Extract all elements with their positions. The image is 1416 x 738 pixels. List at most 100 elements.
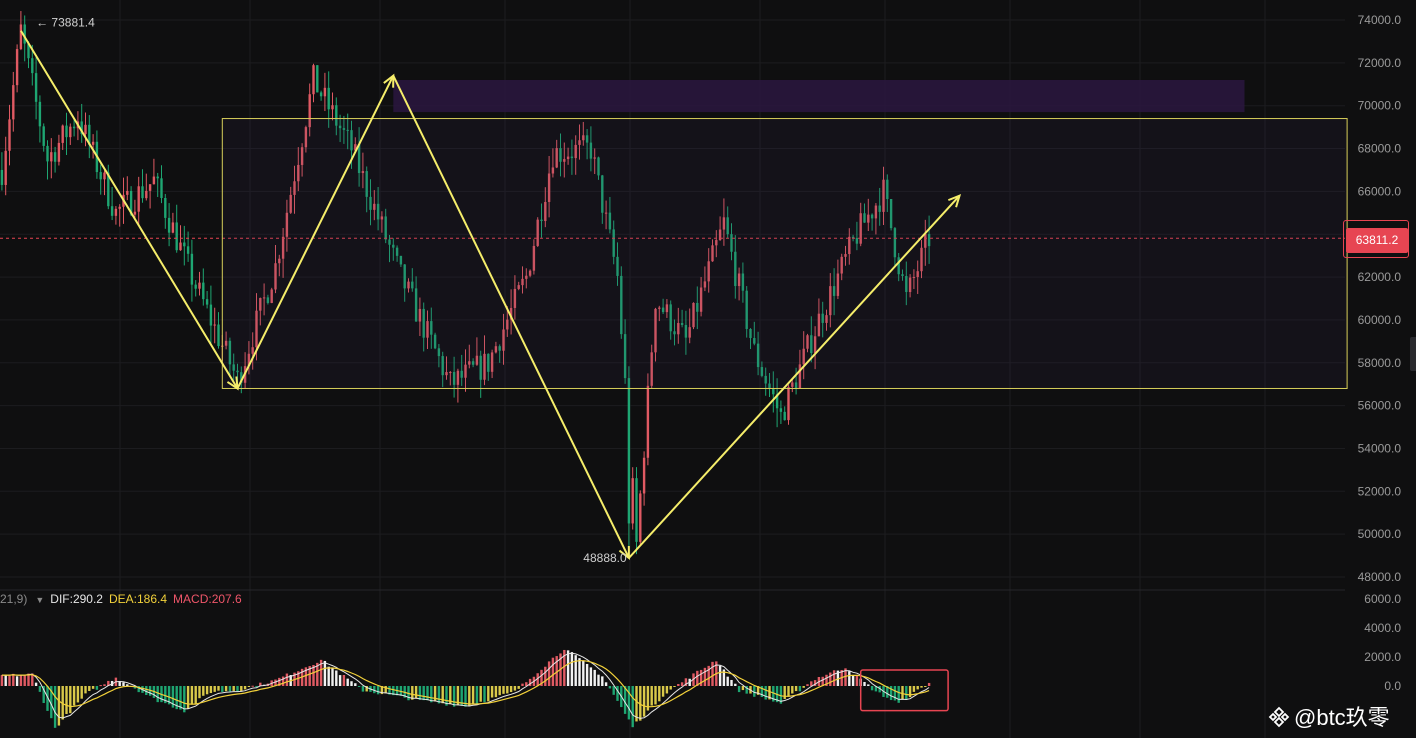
macd-bar — [642, 686, 646, 717]
macd-bar — [198, 686, 201, 699]
candle-body — [50, 152, 53, 162]
macd-bar — [574, 655, 577, 686]
macd-bar — [190, 686, 194, 705]
candle-body — [175, 222, 178, 251]
macd-bar — [832, 670, 836, 686]
macd-bar — [829, 672, 832, 686]
candle-body — [19, 24, 23, 50]
macd-bar — [547, 661, 551, 686]
candle-body — [312, 65, 315, 95]
macd-bar — [764, 686, 767, 700]
macd-bar — [703, 667, 707, 686]
macd-bar — [323, 660, 327, 686]
macd-bar — [335, 670, 338, 686]
macd-tick-label: 2000.0 — [1364, 650, 1401, 664]
macd-bar — [422, 686, 425, 701]
candle-body — [84, 124, 87, 135]
macd-bar — [798, 686, 802, 692]
macd-bar — [794, 686, 798, 692]
macd-bar — [88, 686, 91, 692]
macd-bar — [487, 686, 490, 702]
candle-body — [145, 190, 148, 199]
macd-bar — [414, 686, 418, 699]
caret-down-icon[interactable]: ▼ — [35, 595, 44, 605]
price-tick-label: 68000.0 — [1358, 142, 1402, 156]
macd-bar — [426, 686, 429, 701]
macd-bar — [578, 658, 581, 686]
macd-bar — [251, 685, 254, 687]
macd-bar — [285, 673, 289, 686]
candle-body — [72, 126, 76, 129]
dif-line — [1, 652, 930, 719]
macd-bar — [905, 686, 908, 700]
macd-bar — [346, 678, 349, 686]
macd-bar — [213, 686, 216, 692]
candle-body — [183, 242, 186, 247]
macd-bar — [863, 681, 866, 686]
low-marker-label: 48888.0 — [583, 551, 627, 565]
macd-bar — [661, 686, 665, 697]
candle-body — [194, 284, 197, 289]
macd-bar — [240, 686, 243, 692]
candle-body — [186, 246, 190, 254]
candle-body — [114, 208, 118, 216]
macd-bar — [53, 686, 57, 728]
candle-body — [12, 85, 15, 120]
price-tick-label: 48000.0 — [1358, 570, 1402, 584]
candle-body — [57, 142, 61, 162]
candle-body — [217, 324, 220, 347]
macd-lines — [1, 652, 930, 719]
macd-bar — [441, 686, 444, 704]
macd-highlight-box — [859, 669, 949, 712]
macd-dif-value: DIF:290.2 — [50, 592, 103, 606]
candle-body — [65, 125, 68, 138]
candle-body — [772, 388, 775, 395]
price-tick-label: 54000.0 — [1358, 441, 1402, 455]
candle-body — [316, 65, 319, 93]
candle-body — [137, 186, 140, 212]
candle-body — [179, 242, 182, 251]
candle-body — [15, 49, 19, 86]
macd-bar — [479, 686, 482, 702]
macd-bar — [357, 686, 361, 687]
macd-bar — [57, 686, 61, 726]
candle-body — [42, 126, 45, 146]
macd-bar — [471, 686, 475, 705]
panel-collapse-handle[interactable] — [1410, 337, 1416, 371]
macd-bar — [38, 686, 42, 692]
candle-body — [202, 282, 205, 300]
macd-bar — [616, 686, 619, 701]
candle-body — [110, 206, 114, 216]
candle-body — [205, 299, 209, 305]
candle-body — [627, 378, 631, 524]
macd-bar — [604, 682, 608, 686]
macd-bar — [677, 684, 680, 686]
chart-canvas[interactable]: 74000.072000.070000.068000.066000.064000… — [0, 0, 1416, 738]
macd-bar — [901, 686, 904, 700]
macd-bar — [585, 663, 589, 686]
macd-bar — [623, 686, 627, 714]
macd-bar — [711, 661, 714, 686]
macd-bar — [202, 686, 205, 696]
macd-legend: 21,9) ▼ DIF:290.2 DEA:186.4 MACD:207.6 — [0, 592, 248, 606]
macd-bar — [69, 686, 72, 714]
candle-body — [91, 141, 95, 145]
macd-bar — [331, 668, 334, 686]
macd-bar — [224, 686, 228, 692]
candle-body — [148, 184, 152, 191]
macd-bar — [0, 675, 4, 686]
candle-body — [4, 150, 7, 185]
price-tick-label: 66000.0 — [1358, 184, 1402, 198]
candle-body — [209, 304, 213, 326]
macd-bar — [608, 686, 612, 689]
macd-bar — [521, 683, 524, 686]
candle-body — [69, 126, 72, 138]
macd-bar — [650, 686, 653, 706]
macd-bar — [654, 686, 657, 705]
macd-bar — [475, 686, 479, 705]
candle-body — [167, 217, 171, 233]
macd-tick-label: 4000.0 — [1364, 621, 1401, 635]
macd-bar — [437, 686, 441, 704]
macd-bar — [669, 686, 672, 690]
macd-bar — [741, 686, 745, 691]
